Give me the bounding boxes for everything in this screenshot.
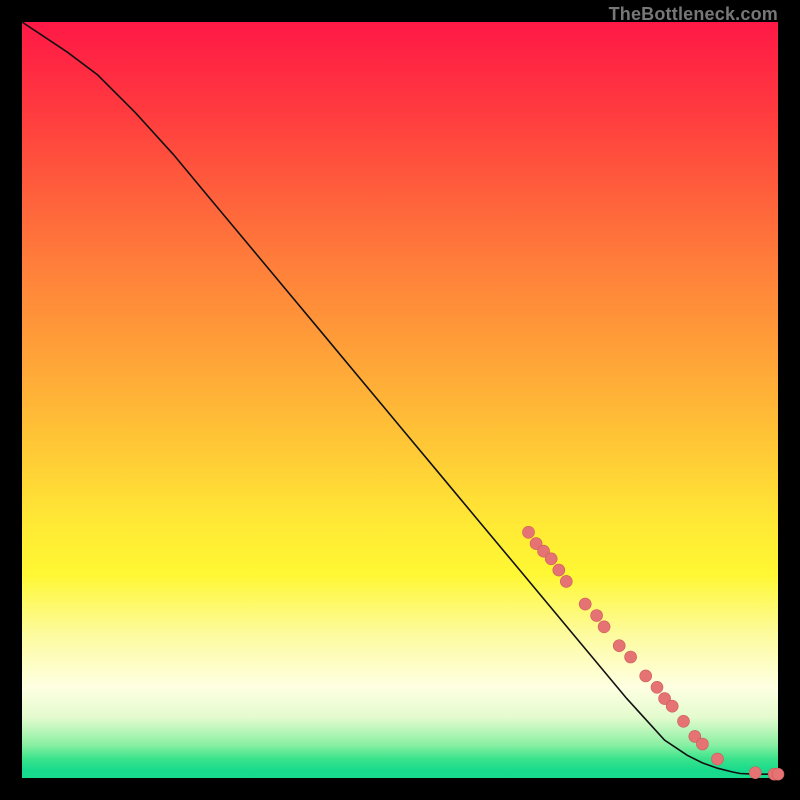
data-marker	[591, 610, 603, 622]
data-marker	[545, 553, 557, 565]
data-marker	[579, 598, 591, 610]
data-marker	[712, 753, 724, 765]
data-marker	[640, 670, 652, 682]
data-marker	[613, 640, 625, 652]
data-marker	[749, 767, 761, 779]
data-marker	[696, 738, 708, 750]
data-marker	[625, 651, 637, 663]
curve-path	[22, 22, 778, 774]
data-marker	[651, 681, 663, 693]
data-marker	[598, 621, 610, 633]
data-marker	[523, 526, 535, 538]
data-marker	[772, 768, 784, 780]
chart-overlay	[22, 22, 778, 778]
data-line	[22, 22, 778, 774]
data-marker	[560, 575, 572, 587]
chart-frame: TheBottleneck.com	[0, 0, 800, 800]
data-marker	[678, 715, 690, 727]
data-marker	[553, 564, 565, 576]
data-markers	[523, 526, 785, 780]
data-marker	[666, 700, 678, 712]
